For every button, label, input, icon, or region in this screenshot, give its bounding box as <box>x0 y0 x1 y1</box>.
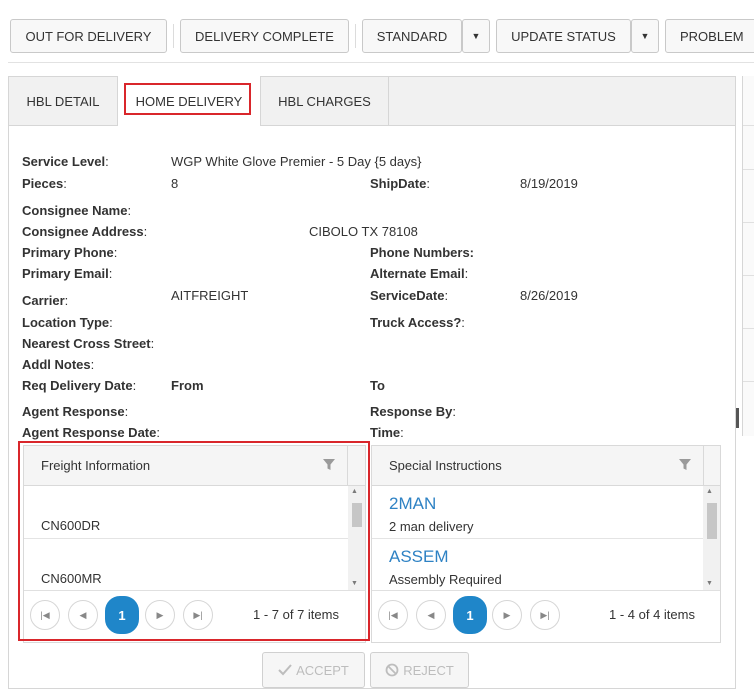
consignee-name-label: Consignee Name: <box>22 203 132 218</box>
prev-page-icon: ◀ <box>427 609 435 620</box>
scroll-down-icon[interactable]: ▼ <box>706 580 713 587</box>
ship-date-value: 8/19/2019 <box>520 176 578 191</box>
req-delivery-date-label: Req Delivery Date: <box>22 378 137 393</box>
special-instructions-grid: Special Instructions 2MAN 2 man delivery… <box>371 445 721 643</box>
ship-date-label: ShipDate: <box>370 176 430 191</box>
truck-access-label: Truck Access?: <box>370 315 465 330</box>
next-page-button[interactable]: ▶ <box>492 600 522 630</box>
nearest-cross-street-label: Nearest Cross Street: <box>22 336 155 351</box>
scroll-thumb[interactable] <box>707 503 717 539</box>
consignee-address-value: CIBOLO TX 78108 <box>309 224 418 239</box>
carrier-value: AITFREIGHT <box>171 288 249 303</box>
update-status-dropdown-button[interactable]: ▼ <box>631 19 659 53</box>
grid-header: Special Instructions <box>372 446 720 486</box>
prev-page-button[interactable]: ◀ <box>416 600 446 630</box>
service-level-label: Service Level: <box>22 154 109 169</box>
toolbar-separator <box>355 24 356 48</box>
out-for-delivery-button[interactable]: OUT FOR DELIVERY <box>10 19 167 53</box>
to-label: To <box>370 378 385 393</box>
reject-button[interactable]: REJECT <box>370 652 469 688</box>
freight-grid-highlight-box <box>18 441 370 641</box>
phone-numbers-label: Phone Numbers: <box>370 245 475 260</box>
agent-response-date-label: Agent Response Date: <box>22 425 160 440</box>
scroll-up-icon[interactable]: ▲ <box>706 488 713 495</box>
caret-down-icon: ▼ <box>640 31 650 41</box>
check-icon <box>278 664 292 676</box>
next-page-icon: ▶ <box>503 609 511 620</box>
primary-phone-label: Primary Phone: <box>22 245 118 260</box>
time-label: Time: <box>370 425 404 440</box>
first-page-button[interactable]: |◀ <box>378 600 408 630</box>
instruction-code-2[interactable]: ASSEM <box>389 547 449 567</box>
standard-dropdown-button[interactable]: ▼ <box>462 19 490 53</box>
service-date-label: ServiceDate: <box>370 288 449 303</box>
current-page-button[interactable]: 1 <box>453 596 487 634</box>
caret-down-icon: ▼ <box>471 31 481 41</box>
splitter-handle[interactable] <box>736 408 739 428</box>
instruction-description-2: Assembly Required <box>389 572 502 587</box>
instruction-description-1: 2 man delivery <box>389 519 474 534</box>
pieces-label: Pieces: <box>22 176 67 191</box>
update-status-button[interactable]: UPDATE STATUS <box>496 19 631 53</box>
consignee-address-label: Consignee Address: <box>22 224 148 239</box>
instruction-code-1[interactable]: 2MAN <box>389 494 436 514</box>
first-page-icon: |◀ <box>388 609 398 620</box>
tab-hbl-charges[interactable]: HBL CHARGES <box>261 76 389 126</box>
tab-hbl-detail[interactable]: HBL DETAIL <box>9 76 117 126</box>
toolbar-separator <box>173 24 174 48</box>
tab-highlight-box <box>124 83 251 115</box>
pieces-value: 8 <box>171 176 179 191</box>
alternate-email-label: Alternate Email: <box>370 266 469 281</box>
shipment-page: OUT FOR DELIVERY DELIVERY COMPLETE STAND… <box>0 0 754 689</box>
instructions-page-info: 1 - 4 of 4 items <box>609 607 695 622</box>
special-instructions-title: Special Instructions <box>389 458 502 473</box>
addl-notes-label: Addl Notes: <box>22 357 95 372</box>
problem-button[interactable]: PROBLEM <box>665 19 754 53</box>
side-panel <box>742 76 754 436</box>
ban-icon <box>385 663 399 677</box>
accept-button[interactable]: ACCEPT <box>262 652 365 688</box>
instructions-pager: |◀ ◀ 1 ▶ ▶| 1 - 4 of 4 items <box>372 590 720 638</box>
delivery-complete-button[interactable]: DELIVERY COMPLETE <box>180 19 349 53</box>
standard-button[interactable]: STANDARD <box>362 19 462 53</box>
response-by-label: Response By: <box>370 404 456 419</box>
reject-label: REJECT <box>403 662 454 678</box>
location-type-label: Location Type: <box>22 315 113 330</box>
agent-response-label: Agent Response: <box>22 404 129 419</box>
primary-email-label: Primary Email: <box>22 266 113 281</box>
filter-icon[interactable] <box>679 459 691 471</box>
carrier-label: Carrier: <box>22 293 69 308</box>
instructions-scrollbar[interactable]: ▲ ▼ <box>703 486 720 590</box>
service-date-value: 8/26/2019 <box>520 288 578 303</box>
toolbar-divider <box>8 62 754 63</box>
service-level-value: WGP White Glove Premier - 5 Day {5 days} <box>171 154 422 169</box>
last-page-button[interactable]: ▶| <box>530 600 560 630</box>
accept-label: ACCEPT <box>296 662 349 678</box>
from-label: From <box>171 378 204 393</box>
last-page-icon: ▶| <box>540 609 550 620</box>
